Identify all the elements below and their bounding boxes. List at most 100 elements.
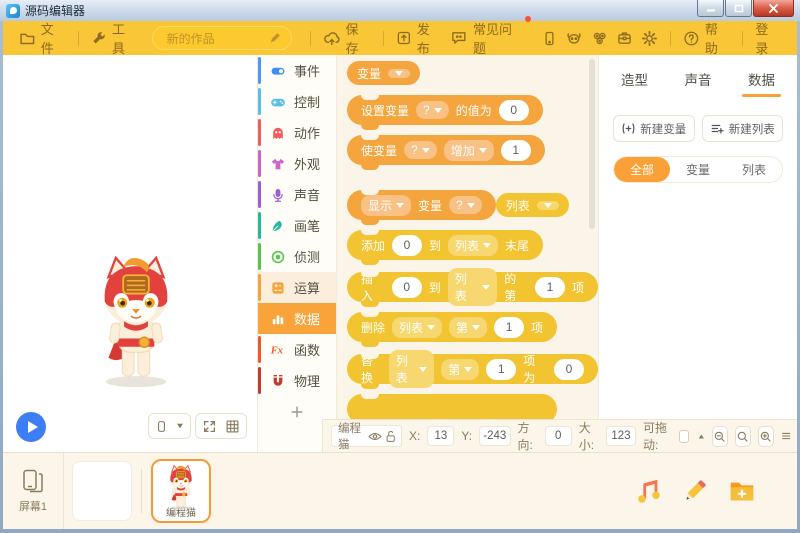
background-thumbnail[interactable] [72, 461, 132, 521]
mobile-preview-button[interactable] [538, 30, 561, 47]
project-name-input[interactable]: 新的作品 [151, 26, 292, 50]
sidebar-item-动作[interactable]: 动作 [258, 117, 336, 148]
block-text: 使变量 [361, 143, 398, 158]
file-menu-button[interactable]: 文件 [15, 19, 70, 57]
dropdown-caret[interactable] [536, 200, 559, 210]
publish-button[interactable]: 发布 [392, 19, 446, 57]
caret-down-icon [482, 284, 491, 290]
sidebar-item-声音[interactable]: 声音 [258, 179, 336, 210]
list-reporter-block[interactable]: 列表 [495, 193, 569, 217]
value-input[interactable]: 0 [392, 234, 423, 256]
dropdown-field[interactable]: 列表 [448, 234, 499, 256]
sidebar-item-侦测[interactable]: 侦测 [258, 241, 336, 272]
title-bar[interactable]: 源码编辑器 [0, 0, 800, 21]
delete-from-list-block[interactable]: 删除 列表 第 1 项 [347, 312, 558, 347]
grid-icon[interactable] [225, 419, 240, 434]
sidebar-item-函数[interactable]: Fx 函数 [258, 334, 336, 365]
orientation-button[interactable] [148, 413, 191, 439]
toolbox-button[interactable] [612, 30, 637, 46]
new-variable-button[interactable]: 新建变量 [613, 115, 695, 142]
dropdown-field[interactable]: ? [404, 141, 437, 159]
y-input[interactable]: -243 [479, 426, 511, 446]
zoom-out-button[interactable] [711, 425, 728, 447]
sprite-thumbnail-selected[interactable]: 编程猫 [151, 459, 211, 523]
set-variable-block[interactable]: 设置变量? 的值为 0 [347, 95, 543, 130]
value-input[interactable]: 0 [498, 99, 529, 121]
music-library-icon[interactable] [633, 476, 663, 506]
category-color-strip [258, 150, 261, 177]
help-button[interactable]: 帮助 [679, 19, 734, 57]
dropdown-field[interactable]: 第 [449, 316, 488, 338]
extensions-button[interactable] [587, 30, 612, 47]
sidebar-item-数据[interactable]: 数据 [258, 303, 336, 334]
dropdown-field[interactable]: 列表 [388, 350, 435, 388]
sprite-name-input[interactable]: 编程猫 [331, 423, 402, 451]
filter-变量[interactable]: 变量 [670, 157, 726, 182]
dropdown-field[interactable]: 列表 [392, 316, 443, 338]
filter-列表[interactable]: 列表 [726, 157, 782, 182]
variable-reporter-block[interactable]: 变量 [347, 61, 421, 85]
dropdown-field[interactable]: 显示 [361, 194, 412, 216]
palette-scrollbar[interactable] [589, 59, 595, 229]
minimize-button[interactable] [697, 0, 724, 17]
value-input[interactable]: 1 [486, 358, 517, 380]
append-to-list-block[interactable]: 添加 0 到列表 末尾 [347, 230, 544, 265]
settings-button[interactable] [637, 30, 662, 47]
value-input[interactable]: 1 [500, 139, 531, 161]
dropdown-caret[interactable] [388, 68, 411, 78]
insert-into-list-block[interactable]: 插入 0 到列表 的第 1 项 [347, 268, 598, 307]
change-variable-block[interactable]: 使变量? 增加 1 [347, 135, 545, 170]
tab-数据[interactable]: 数据 [742, 69, 781, 97]
play-button[interactable] [16, 412, 46, 442]
value-input[interactable]: 1 [494, 316, 525, 338]
sidebar-item-运算[interactable]: 运算 [258, 272, 336, 303]
menu-icon[interactable] [781, 430, 791, 442]
zoom-reset-button[interactable] [734, 425, 751, 447]
sidebar-item-画笔[interactable]: 画笔 [258, 210, 336, 241]
sidebar-item-控制[interactable]: 控制 [258, 86, 336, 117]
add-sprite-folder-icon[interactable] [727, 476, 757, 506]
faq-button[interactable]: 常见问题 [446, 16, 532, 57]
save-button[interactable]: 保存 [319, 19, 375, 57]
collapse-caret-icon[interactable] [698, 433, 705, 440]
dropdown-field[interactable]: 增加 [443, 139, 494, 161]
zoom-in-button[interactable] [757, 425, 774, 447]
login-button[interactable]: 登录 [751, 19, 785, 57]
dropdown-field[interactable]: ? [416, 101, 449, 119]
close-button[interactable] [753, 0, 794, 17]
value-input[interactable]: 1 [534, 276, 565, 298]
unlock-icon[interactable] [385, 430, 397, 443]
pencil-tool-icon[interactable] [680, 476, 710, 506]
draggable-checkbox[interactable] [678, 429, 690, 443]
draggable-label: 可拖动: [642, 421, 667, 452]
cat-sprite[interactable] [81, 253, 191, 391]
robot-button[interactable] [561, 30, 587, 46]
value-input[interactable]: 0 [391, 276, 422, 298]
filter-全部[interactable]: 全部 [614, 157, 670, 182]
tab-造型[interactable]: 造型 [621, 69, 648, 97]
new-list-button[interactable]: 新建列表 [701, 115, 783, 142]
category-label: 运算 [294, 281, 321, 296]
sidebar-item-事件[interactable]: 事件 [258, 55, 336, 86]
replace-in-list-block[interactable]: 替换 列表 第 1 项 为 0 [347, 350, 598, 389]
fullscreen-icon[interactable] [202, 419, 217, 434]
maximize-button[interactable] [725, 0, 752, 17]
visibility-eye-icon[interactable] [368, 431, 382, 442]
tools-menu-button[interactable]: 工具 [87, 19, 141, 57]
value-input[interactable]: 0 [554, 358, 585, 380]
sidebar-item-物理[interactable]: 物理 [258, 365, 336, 396]
dropdown-field[interactable]: 第 [441, 358, 480, 380]
direction-input[interactable]: 0 [544, 426, 572, 446]
size-input[interactable]: 123 [605, 426, 636, 446]
category-label: 侦测 [294, 250, 321, 265]
x-input[interactable]: 13 [427, 426, 455, 446]
pencil-edit-icon[interactable] [269, 32, 281, 44]
dropdown-field[interactable]: ? [449, 196, 482, 214]
dropdown-field[interactable]: 列表 [447, 268, 498, 306]
show-variable-block[interactable]: 显示 变量? [347, 190, 496, 225]
screen-tab[interactable]: 屏幕1 [3, 453, 64, 529]
block-text: 到 [428, 280, 441, 295]
tab-声音[interactable]: 声音 [685, 69, 712, 97]
sidebar-item-外观[interactable]: 外观 [258, 148, 336, 179]
caret-down-icon [464, 366, 473, 372]
